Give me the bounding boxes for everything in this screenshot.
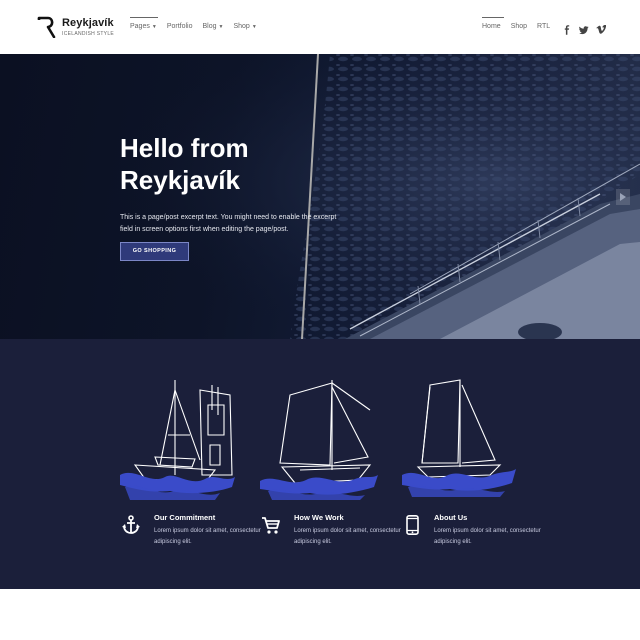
primary-nav: Pages ▼ Portfolio Blog ▼ Shop ▼ — [130, 17, 267, 30]
go-shopping-button[interactable]: GO SHOPPING — [120, 242, 189, 261]
hero-section: Hello from Reykjavík This is a page/post… — [0, 54, 640, 339]
harbor-boat-illustration — [120, 380, 235, 500]
slider-next-button[interactable] — [616, 189, 630, 205]
sailboat-illustration — [402, 379, 516, 497]
chevron-down-icon: ▼ — [151, 24, 157, 30]
hero-title: Hello from Reykjavík — [120, 133, 249, 195]
secondary-nav: Home Shop RTL — [482, 17, 560, 30]
features-section: Our Commitment Lorem ipsum dolor sit ame… — [0, 339, 640, 589]
vimeo-icon[interactable] — [596, 22, 607, 34]
nav-item-rtl[interactable]: RTL — [537, 17, 550, 30]
cart-icon — [262, 517, 280, 534]
play-arrow-icon — [620, 193, 626, 201]
feature-text: Lorem ipsum dolor sit amet, consectetur … — [434, 528, 541, 545]
site-header: Reykjavík ICELANDISH STYLE Pages ▼ Portfo… — [0, 0, 640, 54]
sailboat-illustration — [260, 380, 378, 500]
nav-item-home[interactable]: Home — [482, 17, 504, 30]
chevron-down-icon: ▼ — [218, 24, 224, 30]
feature-title: Our Commitment — [154, 513, 216, 522]
nav-item-blog[interactable]: Blog ▼ — [203, 17, 224, 30]
hero-excerpt: This is a page/post excerpt text. You mi… — [120, 214, 337, 233]
anchor-icon — [122, 515, 140, 534]
chevron-down-icon: ▼ — [251, 24, 257, 30]
hero-background-image — [0, 54, 640, 339]
feature-title: About Us — [434, 513, 468, 522]
nav-label: Portfolio — [166, 23, 193, 30]
nav-item-portfolio[interactable]: Portfolio — [167, 17, 193, 30]
twitter-icon[interactable] — [579, 22, 589, 35]
nav-label: Pages — [130, 23, 150, 30]
nav-item-shop-secondary[interactable]: Shop — [511, 17, 527, 30]
logo-icon[interactable] — [37, 16, 57, 38]
phone-icon — [406, 515, 419, 535]
nav-label: Shop — [233, 23, 250, 30]
site-title[interactable]: Reykjavík — [62, 17, 114, 29]
nav-item-pages[interactable]: Pages ▼ — [130, 17, 158, 30]
social-links — [562, 22, 607, 35]
feature-title: How We Work — [294, 513, 344, 522]
nav-item-shop[interactable]: Shop ▼ — [233, 17, 256, 30]
site-tagline: ICELANDISH STYLE — [62, 31, 115, 37]
facebook-icon[interactable] — [562, 22, 572, 35]
nav-label: Blog — [202, 23, 217, 30]
